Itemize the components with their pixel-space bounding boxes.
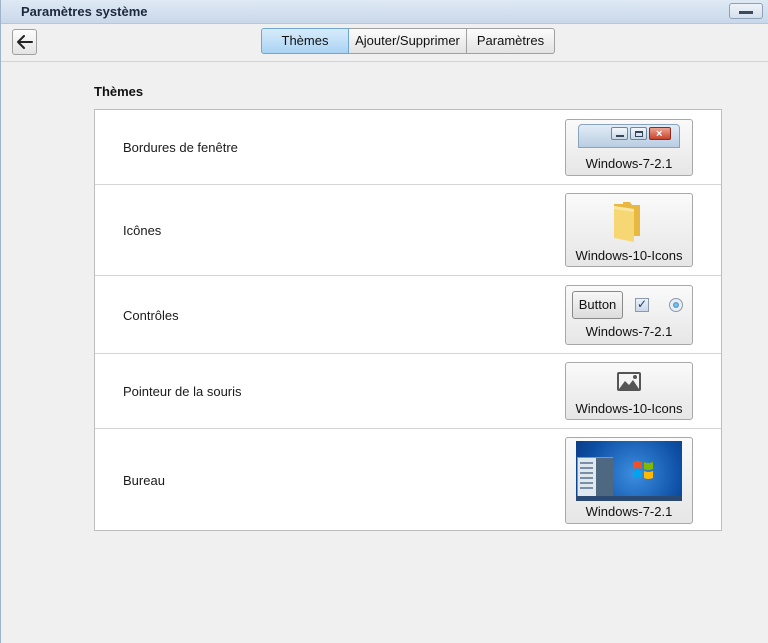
back-button[interactable] [12, 29, 37, 55]
icons-theme-button[interactable]: Windows-10-Icons [565, 193, 693, 267]
theme-name: Windows-7-2.1 [585, 156, 673, 171]
title-bar: Paramètres système [1, 0, 768, 24]
tab-themes[interactable]: Thèmes [261, 28, 349, 54]
section-title: Thèmes [94, 84, 144, 99]
row-label: Bordures de fenêtre [123, 140, 238, 155]
mouse-pointer-theme-button[interactable]: Windows-10-Icons [565, 362, 693, 420]
theme-row-desktop: Bureau Windows-7-2.1 [95, 429, 721, 530]
minimize-icon [739, 11, 753, 14]
theme-name: Windows-7-2.1 [585, 324, 673, 339]
row-label: Pointeur de la souris [123, 384, 242, 399]
tab-bar: Thèmes Ajouter/Supprimer Paramètres [261, 28, 555, 54]
windows-logo-icon [633, 461, 653, 479]
themes-panel: Bordures de fenêtre × Windows-7-2.1 Icôn… [94, 109, 722, 531]
row-label: Contrôles [123, 308, 179, 323]
image-icon [617, 372, 641, 391]
tab-settings[interactable]: Paramètres [467, 28, 555, 54]
preview-sample-button: Button [572, 291, 623, 319]
back-arrow-icon [17, 35, 33, 49]
folder-icon [614, 202, 640, 242]
desktop-wallpaper-preview [576, 441, 682, 501]
system-settings-window: Paramètres système Thèmes Ajouter/Suppri… [0, 0, 768, 643]
theme-name: Windows-10-Icons [575, 248, 683, 263]
theme-row-icons: Icônes Windows-10-Icons [95, 185, 721, 276]
controls-theme-button[interactable]: Button ✓ Windows-7-2.1 [565, 285, 693, 345]
tab-add-remove[interactable]: Ajouter/Supprimer [349, 28, 467, 54]
window-border-preview-icon: × [578, 124, 680, 148]
theme-name: Windows-10-Icons [575, 401, 683, 416]
row-label: Icônes [123, 223, 162, 238]
preview-radio-icon [669, 298, 683, 312]
window-title: Paramètres système [21, 4, 148, 19]
window-border-theme-button[interactable]: × Windows-7-2.1 [565, 119, 693, 176]
theme-name: Windows-7-2.1 [585, 504, 673, 519]
theme-row-mouse-pointer: Pointeur de la souris Windows-10-Icons [95, 354, 721, 429]
desktop-theme-button[interactable]: Windows-7-2.1 [565, 437, 693, 524]
minimize-button[interactable] [729, 3, 763, 19]
theme-row-controls: Contrôles Button ✓ Windows-7-2.1 [95, 276, 721, 354]
toolbar: Thèmes Ajouter/Supprimer Paramètres [1, 24, 768, 62]
theme-row-window-borders: Bordures de fenêtre × Windows-7-2.1 [95, 110, 721, 185]
preview-checkbox-icon: ✓ [635, 297, 649, 312]
row-label: Bureau [123, 473, 165, 488]
